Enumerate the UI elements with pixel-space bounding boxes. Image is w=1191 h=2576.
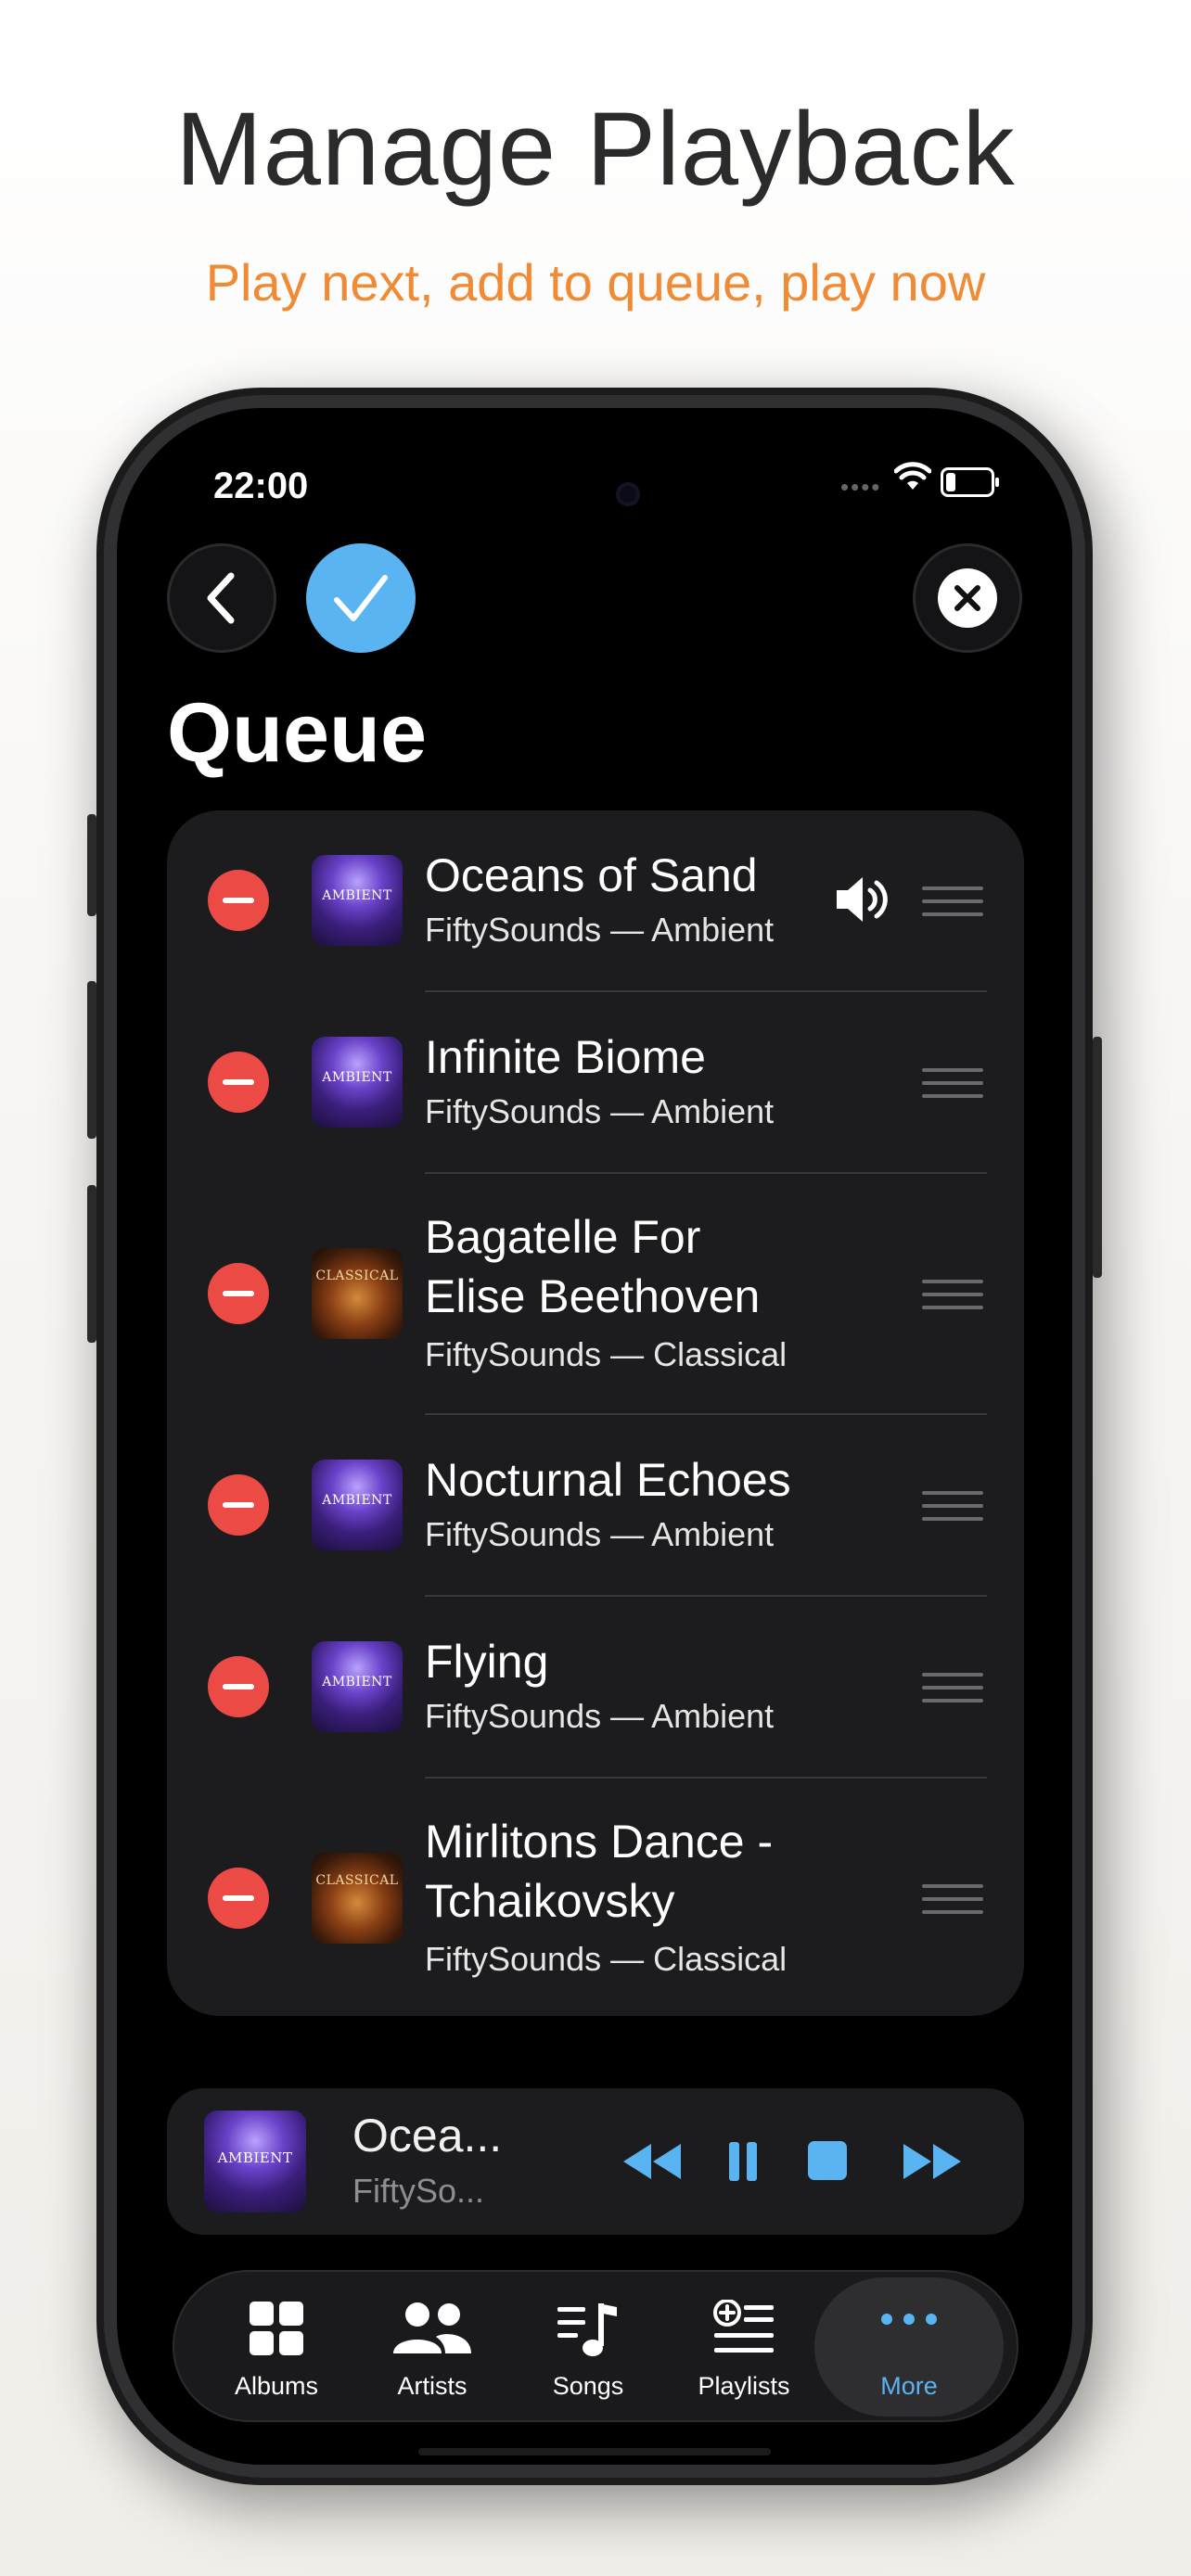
side-button xyxy=(1093,1037,1102,1278)
remove-button[interactable] xyxy=(208,1052,269,1113)
action-button xyxy=(87,814,96,916)
album-artwork: CLASSICAL xyxy=(312,1248,403,1339)
tab-playlists[interactable]: Playlists xyxy=(670,2272,818,2420)
ellipsis-icon xyxy=(881,2314,937,2325)
track-title-line-2: Elise Beethoven xyxy=(425,1270,761,1322)
volume-down-button xyxy=(87,1185,96,1343)
track-subtitle: FiftySounds — Ambient xyxy=(425,911,775,949)
playlist-add-icon xyxy=(713,2300,774,2353)
track-title-line-1: Mirlitons Dance - xyxy=(425,1816,774,1868)
reorder-handle[interactable] xyxy=(922,1491,983,1530)
dynamic-island xyxy=(467,454,729,532)
app-screen: 22:00 •••• Queue AMBIENT Oceans of Sand … xyxy=(117,408,1072,2465)
tab-label: More xyxy=(880,2372,938,2400)
now-playing-subtitle: FiftySo... xyxy=(352,2172,485,2210)
remove-button[interactable] xyxy=(208,1263,269,1324)
reorder-handle[interactable] xyxy=(922,1280,983,1319)
track-subtitle: FiftySounds — Ambient xyxy=(425,1515,775,1553)
reorder-handle[interactable] xyxy=(922,1673,983,1712)
queue-row[interactable]: AMBIENT Oceans of Sand FiftySounds — Amb… xyxy=(167,810,1024,992)
tab-bar: Albums Artists Songs Playlists More xyxy=(173,2270,1018,2422)
speaker-wave-icon xyxy=(837,877,888,922)
signal-icon: •••• xyxy=(840,473,882,501)
tab-label: Albums xyxy=(234,2372,319,2400)
track-title-line-1: Bagatelle For xyxy=(425,1211,701,1263)
back-button[interactable] xyxy=(167,543,276,653)
track-subtitle: FiftySounds — Ambient xyxy=(425,1697,775,1735)
tab-songs[interactable]: Songs xyxy=(514,2272,662,2420)
track-title: Infinite Biome xyxy=(425,1031,706,1083)
albums-grid-icon xyxy=(250,2302,303,2355)
track-title: Nocturnal Echoes xyxy=(425,1454,791,1506)
album-artwork: AMBIENT xyxy=(312,1037,403,1128)
reorder-handle[interactable] xyxy=(922,1884,983,1923)
track-title: Oceans of Sand xyxy=(425,849,758,901)
queue-row[interactable]: AMBIENT Nocturnal Echoes FiftySounds — A… xyxy=(167,1415,1024,1597)
track-title: Flying xyxy=(425,1636,549,1688)
done-button[interactable] xyxy=(306,543,416,653)
stop-icon[interactable] xyxy=(807,2140,848,2181)
track-subtitle: FiftySounds — Classical xyxy=(425,1335,788,1373)
now-playing-artwork: AMBIENT xyxy=(204,2111,306,2213)
tab-label: Songs xyxy=(552,2372,624,2400)
queue-row[interactable]: CLASSICAL Bagatelle For Elise Beethoven … xyxy=(167,1174,1024,1415)
wifi-icon xyxy=(894,462,931,490)
queue-row[interactable]: AMBIENT Infinite Biome FiftySounds — Amb… xyxy=(167,992,1024,1174)
now-playing-title: Ocea... xyxy=(352,2110,503,2162)
queue-row[interactable]: AMBIENT Flying FiftySounds — Ambient xyxy=(167,1597,1024,1779)
queue-list: AMBIENT Oceans of Sand FiftySounds — Amb… xyxy=(167,810,1024,2016)
track-subtitle: FiftySounds — Classical xyxy=(425,1940,788,1978)
queue-row[interactable]: CLASSICAL Mirlitons Dance - Tchaikovsky … xyxy=(167,1779,1024,2016)
tab-label: Artists xyxy=(397,2372,467,2400)
checkmark-icon xyxy=(334,575,388,621)
remove-button[interactable] xyxy=(208,1656,269,1717)
volume-up-button xyxy=(87,981,96,1139)
remove-button[interactable] xyxy=(208,1474,269,1536)
album-artwork: AMBIENT xyxy=(312,1641,403,1732)
close-button[interactable] xyxy=(913,543,1022,653)
home-indicator xyxy=(418,2448,771,2455)
track-title-line-2: Tchaikovsky xyxy=(425,1875,675,1927)
xmark-circle-icon xyxy=(938,568,997,628)
promo-title: Manage Playback xyxy=(175,91,1016,207)
album-artwork: CLASSICAL xyxy=(312,1853,403,1944)
reorder-handle[interactable] xyxy=(922,886,983,925)
status-time: 22:00 xyxy=(213,465,309,506)
remove-button[interactable] xyxy=(208,1868,269,1929)
tab-label: Playlists xyxy=(698,2372,790,2400)
pause-icon[interactable] xyxy=(727,2140,759,2183)
phone-device: 22:00 •••• Queue AMBIENT Oceans of Sand … xyxy=(87,388,1102,2485)
mini-player[interactable]: AMBIENT Ocea... FiftySo... xyxy=(167,2088,1024,2235)
promo-subtitle: Play next, add to queue, play now xyxy=(205,253,986,312)
battery-icon xyxy=(941,467,999,497)
album-artwork: AMBIENT xyxy=(312,855,403,946)
music-note-list-icon xyxy=(557,2303,617,2356)
remove-button[interactable] xyxy=(208,870,269,931)
tab-artists[interactable]: Artists xyxy=(358,2272,506,2420)
people-icon xyxy=(393,2302,471,2353)
track-subtitle: FiftySounds — Ambient xyxy=(425,1092,775,1130)
tab-albums[interactable]: Albums xyxy=(202,2272,351,2420)
rewind-icon[interactable] xyxy=(620,2140,685,2183)
album-artwork: AMBIENT xyxy=(312,1460,403,1550)
fast-forward-icon[interactable] xyxy=(900,2140,965,2183)
tab-more[interactable]: More xyxy=(835,2272,983,2420)
chevron-left-icon xyxy=(207,572,235,624)
reorder-handle[interactable] xyxy=(922,1068,983,1107)
queue-title: Queue xyxy=(167,687,428,780)
